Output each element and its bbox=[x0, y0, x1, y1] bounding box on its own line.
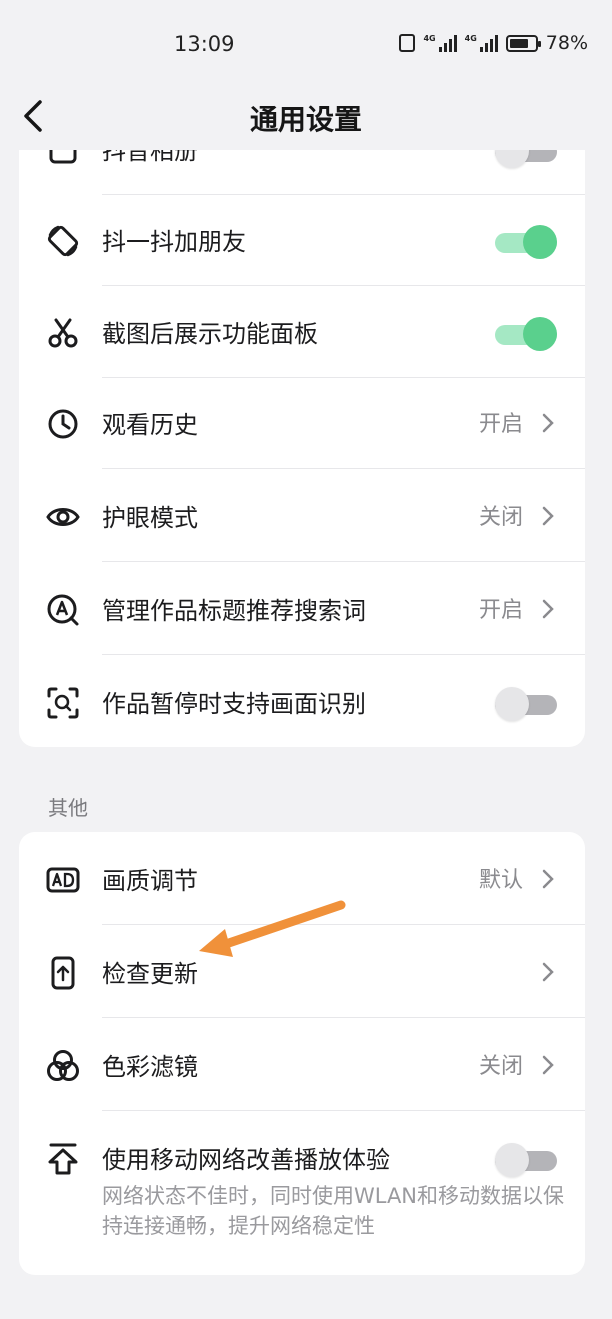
shake-friends-toggle[interactable] bbox=[495, 225, 557, 259]
other-settings-card: 画质调节 默认 检查更新 色彩滤镜 关闭 使用移动网络改善播放体验 网络状态不佳… bbox=[19, 832, 585, 1275]
settings-row-color-filter[interactable]: 色彩滤镜 关闭 bbox=[19, 1018, 585, 1111]
color-filter-icon bbox=[47, 1050, 79, 1081]
system-indicators: 4G 4G 78% bbox=[399, 32, 588, 54]
row-value: 关闭 bbox=[478, 1054, 523, 1079]
battery-percent: 78% bbox=[545, 32, 588, 54]
vibrate-icon bbox=[399, 34, 416, 52]
rotate-screen-icon bbox=[47, 225, 79, 257]
row-value: 关闭 bbox=[478, 505, 523, 530]
nav-header: 通用设置 bbox=[0, 88, 612, 148]
phone-update-icon bbox=[51, 956, 75, 990]
eye-icon bbox=[46, 508, 80, 526]
row-value: 开启 bbox=[478, 412, 523, 437]
screenshot-panel-toggle[interactable] bbox=[495, 317, 557, 351]
pause-recognition-toggle[interactable] bbox=[495, 687, 557, 721]
settings-row-watch-history[interactable]: 观看历史 开启 bbox=[19, 376, 585, 469]
row-description: 网络状态不佳时，同时使用WLAN和移动数据以保持连接通畅，提升网络稳定性 bbox=[102, 1184, 565, 1238]
ad-icon bbox=[46, 867, 80, 893]
net-badge-2: 4G bbox=[464, 34, 477, 43]
row-label: 护眼模式 bbox=[102, 504, 198, 532]
battery-icon bbox=[505, 34, 541, 52]
row-label: 截图后展示功能面板 bbox=[102, 320, 318, 348]
settings-row-mobile-network[interactable]: 使用移动网络改善播放体验 网络状态不佳时，同时使用WLAN和移动数据以保持连接通… bbox=[19, 1111, 585, 1275]
album-toggle[interactable] bbox=[495, 150, 557, 168]
row-label: 画质调节 bbox=[102, 867, 198, 895]
settings-row-album[interactable]: 抖音相册 bbox=[19, 150, 585, 195]
settings-row-pause-recognition[interactable]: 作品暂停时支持画面识别 bbox=[19, 655, 585, 747]
album-icon bbox=[49, 150, 77, 164]
page-title: 通用设置 bbox=[249, 103, 362, 136]
scan-icon bbox=[47, 687, 79, 719]
chevron-right-icon bbox=[542, 599, 554, 619]
search-a-icon bbox=[47, 594, 79, 626]
chevron-right-icon bbox=[542, 869, 554, 889]
row-label: 观看历史 bbox=[102, 411, 198, 439]
chevron-right-icon bbox=[542, 506, 554, 526]
row-label: 使用移动网络改善播放体验 bbox=[102, 1146, 390, 1174]
battery-level bbox=[509, 38, 529, 48]
mobile-network-toggle[interactable] bbox=[495, 1143, 557, 1177]
settings-row-check-update[interactable]: 检查更新 bbox=[19, 925, 585, 1018]
settings-row-screenshot-panel[interactable]: 截图后展示功能面板 bbox=[19, 285, 585, 378]
settings-row-shake-friends[interactable]: 抖一抖加朋友 bbox=[19, 193, 585, 286]
row-label: 检查更新 bbox=[102, 960, 198, 988]
signal-icon-2: 4G bbox=[465, 34, 498, 52]
settings-row-eye-care[interactable]: 护眼模式 关闭 bbox=[19, 469, 585, 562]
net-badge-1: 4G bbox=[423, 34, 436, 43]
upload-arrow-icon bbox=[48, 1143, 78, 1175]
scissors-icon bbox=[48, 318, 78, 348]
row-label: 色彩滤镜 bbox=[102, 1053, 198, 1081]
row-value: 开启 bbox=[478, 598, 523, 623]
row-label: 管理作品标题推荐搜索词 bbox=[102, 597, 366, 625]
status-time: 13:09 bbox=[174, 32, 235, 56]
row-value: 默认 bbox=[478, 868, 523, 893]
clock-icon bbox=[48, 409, 78, 439]
general-settings-card: 抖音相册 抖一抖加朋友 截图后展示功能面板 观看历史 开启 护眼模式 关闭 管理… bbox=[19, 150, 585, 747]
row-label: 作品暂停时支持画面识别 bbox=[102, 690, 366, 718]
chevron-right-icon bbox=[542, 1055, 554, 1075]
chevron-right-icon bbox=[542, 962, 554, 982]
section-title-other: 其他 bbox=[48, 796, 88, 820]
settings-row-title-search-words[interactable]: 管理作品标题推荐搜索词 开启 bbox=[19, 562, 585, 655]
settings-row-quality[interactable]: 画质调节 默认 bbox=[19, 832, 585, 925]
status-bar: 13:09 4G 4G 78% bbox=[0, 0, 612, 90]
chevron-right-icon bbox=[542, 413, 554, 433]
row-label: 抖一抖加朋友 bbox=[102, 228, 246, 256]
row-label: 抖音相册 bbox=[102, 150, 198, 165]
signal-icon-1: 4G bbox=[423, 34, 457, 52]
